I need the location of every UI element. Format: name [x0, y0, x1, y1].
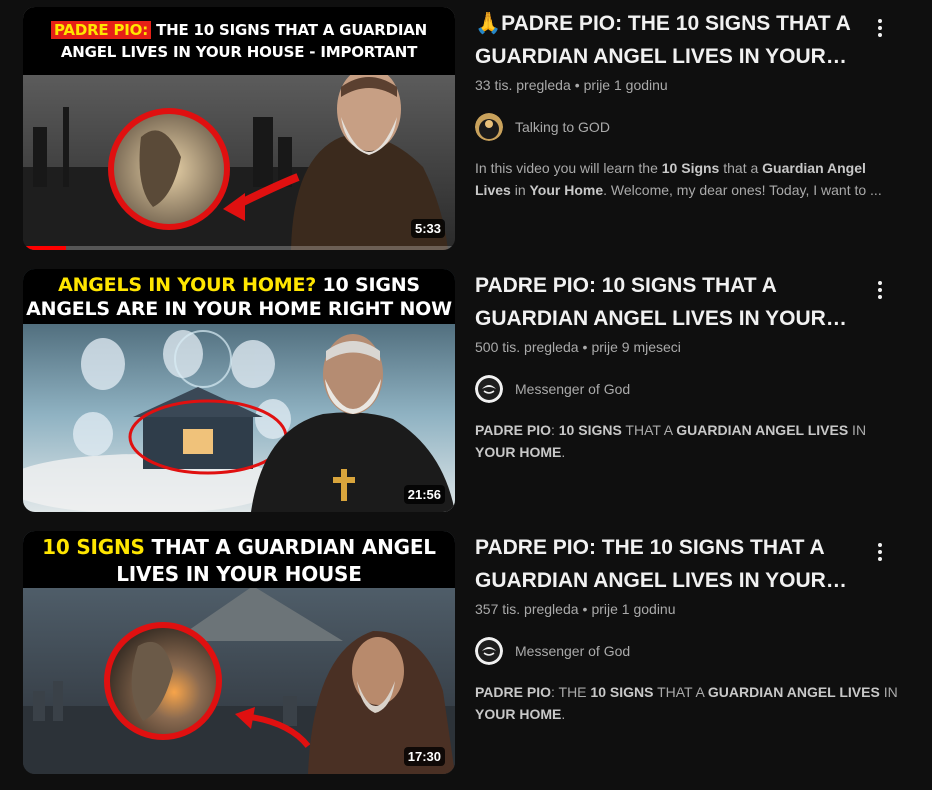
- separator-dot: •: [582, 339, 588, 355]
- channel-avatar[interactable]: [475, 375, 503, 403]
- description-text: IN: [848, 422, 867, 438]
- description-highlight: 10 Signs: [661, 160, 720, 176]
- thumbnail-banner: 10 SIGNS THAT A GUARDIAN ANGEL LIVES IN …: [23, 531, 455, 588]
- description-highlight: PADRE PIO: [475, 684, 551, 700]
- description-highlight: YOUR HOME: [475, 706, 562, 722]
- description-text: .: [561, 444, 566, 460]
- video-stats: 357 tis. pregleda • prije 1 godinu: [475, 601, 895, 617]
- avatar-image: [475, 637, 503, 665]
- video-result: ANGELS IN YOUR HOME? 10 SIGNS ANGELS ARE…: [0, 269, 932, 514]
- video-details: PADRE PIO: 10 SIGNS THAT A GUARDIAN ANGE…: [475, 269, 895, 463]
- video-description: In this video you will learn the 10 Sign…: [475, 157, 900, 201]
- banner-highlight: ANGELS IN YOUR HOME?: [58, 274, 317, 296]
- banner-text: THAT A GUARDIAN ANGEL: [151, 535, 437, 559]
- video-duration: 17:30: [403, 747, 445, 766]
- video-result: 10 SIGNS THAT A GUARDIAN ANGEL LIVES IN …: [0, 531, 932, 776]
- avatar-image: [475, 113, 503, 141]
- description-highlight: Guardian Angel: [762, 160, 866, 176]
- watch-progress-fill: [23, 246, 67, 250]
- channel-name[interactable]: Messenger of God: [515, 643, 630, 659]
- channel-info[interactable]: Talking to GOD: [475, 113, 895, 141]
- video-description: PADRE PIO: THE 10 SIGNS THAT A GUARDIAN …: [475, 681, 900, 725]
- banner-highlight: PADRE PIO:: [51, 21, 152, 39]
- channel-name[interactable]: Messenger of God: [515, 381, 630, 397]
- watch-progress-bar: [23, 246, 455, 250]
- video-results-list: PADRE PIO: THE 10 SIGNS THAT A GUARDIAN …: [0, 0, 932, 790]
- description-text: :: [550, 422, 559, 438]
- view-count: 33 tis. pregleda: [475, 77, 571, 93]
- video-thumbnail[interactable]: ANGELS IN YOUR HOME? 10 SIGNS ANGELS ARE…: [23, 269, 455, 512]
- more-vert-icon: [878, 543, 882, 561]
- banner-text: THE 10 SIGNS THAT A GUARDIAN: [156, 21, 427, 39]
- channel-info[interactable]: Messenger of God: [475, 375, 895, 403]
- description-text: THAT A: [653, 684, 708, 700]
- description-highlight: PADRE PIO: [475, 422, 551, 438]
- view-count: 500 tis. pregleda: [475, 339, 579, 355]
- video-title[interactable]: PADRE PIO: 10 SIGNS THAT A GUARDIAN ANGE…: [475, 269, 895, 335]
- separator-dot: •: [582, 601, 588, 617]
- video-result: PADRE PIO: THE 10 SIGNS THAT A GUARDIAN …: [0, 7, 932, 252]
- banner-text-line2: LIVES IN YOUR HOUSE: [116, 562, 362, 586]
- description-text: IN: [879, 684, 898, 700]
- video-thumbnail[interactable]: PADRE PIO: THE 10 SIGNS THAT A GUARDIAN …: [23, 7, 455, 250]
- description-highlight: 10 SIGNS: [590, 684, 654, 700]
- thumbnail-banner: ANGELS IN YOUR HOME? 10 SIGNS ANGELS ARE…: [23, 269, 455, 324]
- more-vert-icon: [878, 281, 882, 299]
- description-text: . Welcome, my dear ones! Today, I want t…: [603, 182, 882, 198]
- video-duration: 21:56: [403, 485, 445, 504]
- video-details: PADRE PIO: THE 10 SIGNS THAT A GUARDIAN …: [475, 531, 898, 725]
- separator-dot: •: [574, 77, 580, 93]
- video-stats: 500 tis. pregleda • prije 9 mjeseci: [475, 339, 895, 355]
- description-text: in: [510, 182, 530, 198]
- more-vert-icon: [878, 19, 882, 37]
- description-text: In this video you will learn the: [475, 160, 662, 176]
- description-text: that a: [719, 160, 763, 176]
- avatar-image: [475, 375, 503, 403]
- description-text: : THE: [550, 684, 591, 700]
- banner-text-line2: ANGEL LIVES IN YOUR HOUSE - IMPORTANT: [60, 43, 418, 61]
- description-text: THAT A: [621, 422, 677, 438]
- upload-age: prije 1 godinu: [591, 601, 676, 617]
- banner-highlight: 10 SIGNS: [42, 535, 145, 559]
- video-title[interactable]: 🙏PADRE PIO: THE 10 SIGNS THAT A GUARDIAN…: [475, 7, 895, 73]
- video-description: PADRE PIO: 10 SIGNS THAT A GUARDIAN ANGE…: [475, 419, 900, 463]
- channel-info[interactable]: Messenger of God: [475, 637, 895, 665]
- video-stats: 33 tis. pregleda • prije 1 godinu: [475, 77, 895, 93]
- channel-avatar[interactable]: [475, 113, 503, 141]
- channel-avatar[interactable]: [475, 637, 503, 665]
- video-duration: 5:33: [410, 219, 445, 238]
- description-highlight: 10 SIGNS: [558, 422, 622, 438]
- view-count: 357 tis. pregleda: [475, 601, 579, 617]
- upload-age: prije 9 mjeseci: [591, 339, 681, 355]
- description-highlight: GUARDIAN ANGEL LIVES: [707, 684, 880, 700]
- video-details: 🙏PADRE PIO: THE 10 SIGNS THAT A GUARDIAN…: [475, 7, 895, 201]
- thumbnail-banner: PADRE PIO: THE 10 SIGNS THAT A GUARDIAN …: [23, 7, 455, 75]
- description-text: .: [561, 706, 566, 722]
- channel-name[interactable]: Talking to GOD: [515, 119, 610, 135]
- more-actions-button[interactable]: [866, 15, 894, 43]
- description-highlight: Your Home: [529, 182, 604, 198]
- video-thumbnail[interactable]: 10 SIGNS THAT A GUARDIAN ANGEL LIVES IN …: [23, 531, 455, 774]
- banner-text: 10 SIGNS: [322, 274, 421, 296]
- upload-age: prije 1 godinu: [583, 77, 668, 93]
- more-actions-button[interactable]: [866, 277, 894, 305]
- video-title[interactable]: PADRE PIO: THE 10 SIGNS THAT A GUARDIAN …: [475, 531, 895, 597]
- description-highlight: YOUR HOME: [475, 444, 562, 460]
- description-highlight: GUARDIAN ANGEL LIVES: [676, 422, 849, 438]
- more-actions-button[interactable]: [866, 539, 894, 567]
- banner-text-line2: ANGELS ARE IN YOUR HOME RIGHT NOW: [26, 298, 452, 320]
- description-highlight: Lives: [475, 182, 511, 198]
